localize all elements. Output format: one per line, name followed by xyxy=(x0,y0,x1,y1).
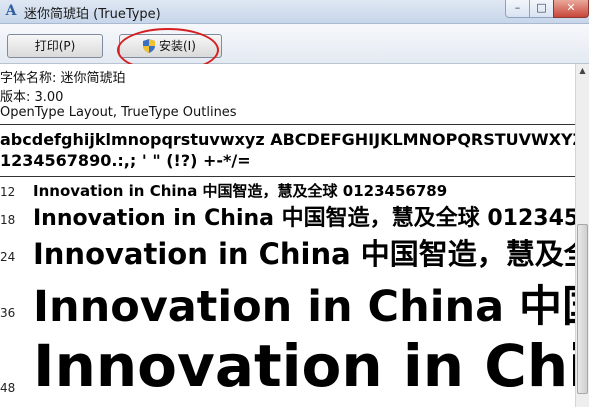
sample-line-24: Innovation in China 中国智造，慧及全球 xyxy=(33,237,575,271)
divider xyxy=(0,176,575,177)
sample-line-48: Innovation in China xyxy=(33,332,575,400)
charset-line-symbols: 1234567890.:,; ' " (!?) +-*/= xyxy=(0,151,251,170)
size-label-24: 24 xyxy=(0,250,16,264)
print-button[interactable]: 打印(P) xyxy=(7,34,103,58)
sample-line-12: Innovation in China 中国智造，慧及全球 0123456789 xyxy=(33,182,448,200)
size-label-48: 48 xyxy=(0,381,16,395)
font-preview-pane: 字体名称: 迷你简琥珀 版本: 3.00 OpenType Layout, Tr… xyxy=(0,64,575,407)
install-button[interactable]: 安装(I) xyxy=(119,34,222,58)
uac-shield-icon xyxy=(143,39,155,53)
toolbar: 打印(P) 安装(I) xyxy=(0,24,589,64)
sample-line-36: Innovation in China 中国 xyxy=(33,282,575,332)
size-label-12: 12 xyxy=(0,185,16,199)
sample-line-18: Innovation in China 中国智造，慧及全球 0123456789 xyxy=(33,206,575,231)
scroll-up-arrow-icon[interactable]: ▲ xyxy=(576,64,589,78)
scroll-thumb[interactable] xyxy=(577,224,588,394)
minimize-button[interactable]: – xyxy=(505,0,530,18)
print-button-label: 打印(P) xyxy=(34,39,76,53)
font-version-line: 版本: 3.00 xyxy=(0,90,64,105)
vertical-scrollbar[interactable]: ▲ xyxy=(575,64,589,407)
install-button-label: 安装(I) xyxy=(159,39,196,53)
size-label-18: 18 xyxy=(0,213,16,227)
size-label-36: 36 xyxy=(0,306,16,320)
font-type-line: OpenType Layout, TrueType Outlines xyxy=(0,105,237,120)
font-app-icon: A xyxy=(5,3,17,19)
divider xyxy=(0,124,575,125)
window-title: 迷你简琥珀 (TrueType) xyxy=(24,7,161,22)
charset-line-letters: abcdefghijklmnopqrstuvwxyz ABCDEFGHIJKLM… xyxy=(0,130,575,149)
close-button[interactable]: ✕ xyxy=(553,0,589,18)
font-name-line: 字体名称: 迷你简琥珀 xyxy=(0,71,126,86)
title-bar: A 迷你简琥珀 (TrueType) – □ ✕ xyxy=(0,0,589,24)
maximize-button[interactable]: □ xyxy=(529,0,554,18)
